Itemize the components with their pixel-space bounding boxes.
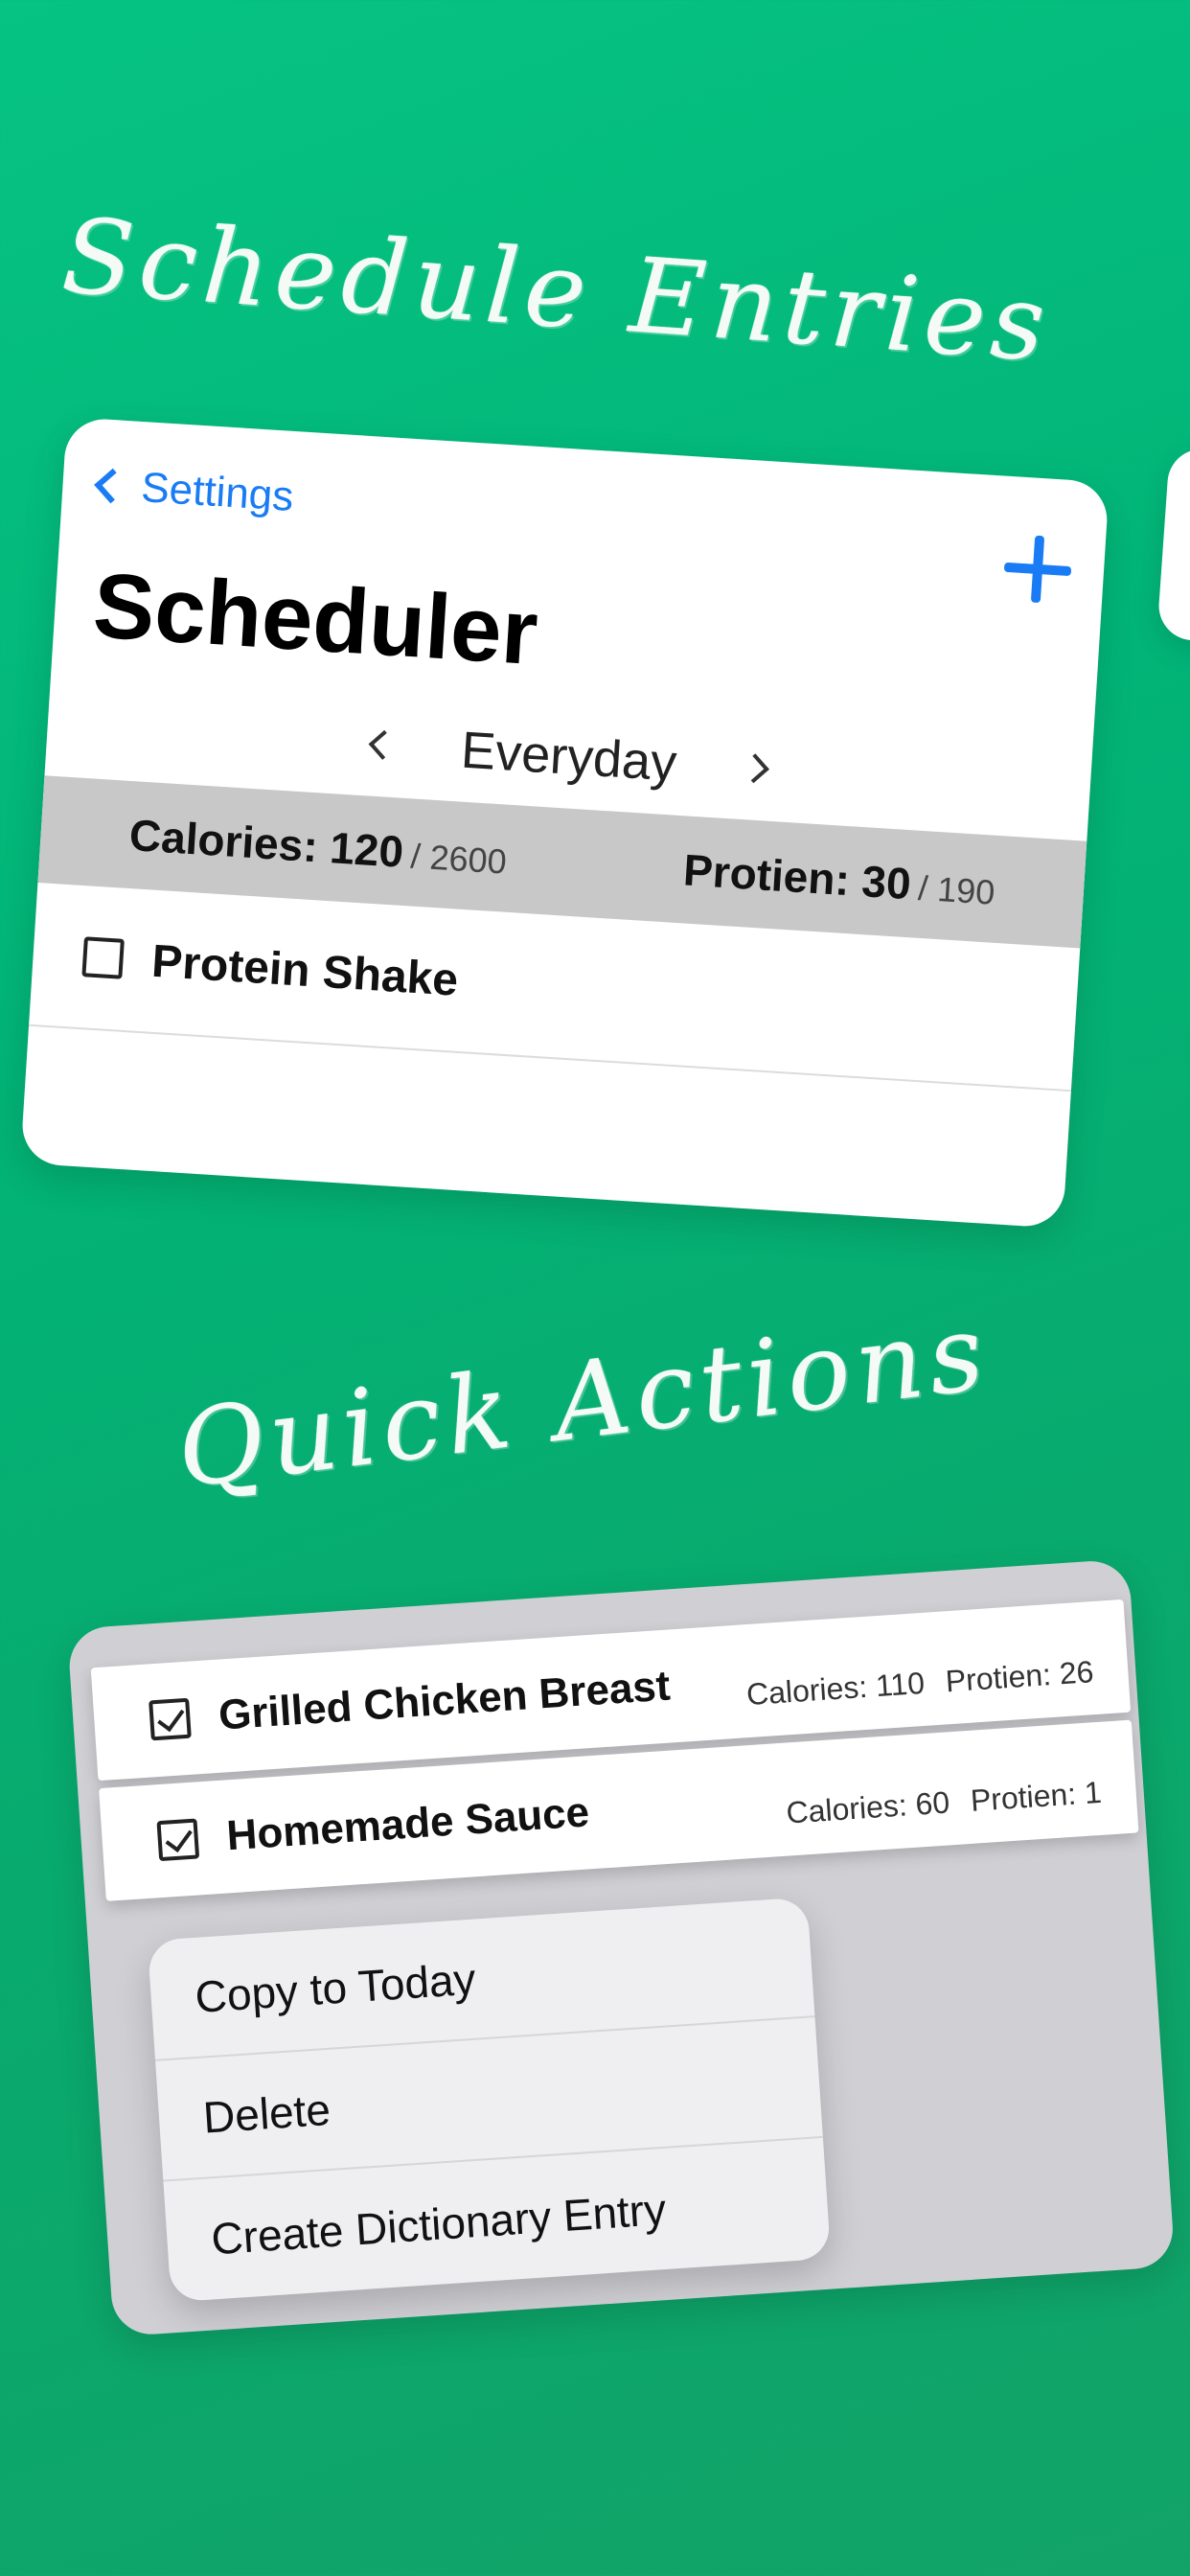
entry-name: Homemade Sauce	[225, 1788, 591, 1860]
calories-goal: / 2600	[409, 836, 508, 882]
scheduler-screen: Settings Scheduler Everyday Calories: 12…	[20, 417, 1110, 1229]
day-label: Everyday	[459, 721, 678, 793]
entry-stats: Calories: 60 Protien: 1	[785, 1775, 1102, 1831]
previous-day-icon[interactable]	[369, 729, 400, 760]
checkbox-checked-icon[interactable]	[156, 1818, 200, 1862]
entry-name: Grilled Chicken Breast	[217, 1662, 672, 1739]
page-title: Scheduler	[90, 554, 541, 685]
entry-stats: Calories: 110 Protien: 26	[745, 1654, 1095, 1713]
quick-actions-heading: Quick Actions	[171, 1290, 995, 1512]
entry-calories: Calories: 60	[785, 1784, 951, 1830]
plus-icon[interactable]	[1002, 534, 1073, 605]
calories-value: Calories: 120	[127, 810, 405, 877]
chevron-left-icon	[94, 468, 129, 504]
schedule-entries-heading: Schedule Entries	[58, 196, 1055, 385]
next-day-icon[interactable]	[739, 753, 769, 784]
back-label: Settings	[139, 464, 295, 520]
context-menu: Copy to Today Delete Create Dictionary E…	[147, 1897, 832, 2303]
protein-value: Protien: 30	[681, 844, 913, 909]
entry-protein: Protien: 1	[969, 1774, 1103, 1818]
checkbox-icon[interactable]	[81, 936, 125, 979]
back-button[interactable]: Settings	[88, 461, 295, 521]
quick-actions-screen: Grilled Chicken Breast Calories: 110 Pro…	[67, 1558, 1176, 2337]
entry-name: Protein Shake	[149, 935, 460, 1006]
protein-goal: / 190	[917, 867, 996, 912]
calories-summary: Calories: 120/ 2600	[127, 809, 508, 885]
protein-summary: Protien: 30/ 190	[682, 843, 997, 914]
entry-protein: Protien: 26	[944, 1654, 1095, 1699]
checkbox-checked-icon[interactable]	[149, 1697, 192, 1741]
next-screenshot-card-edge	[1156, 447, 1190, 646]
entry-calories: Calories: 110	[744, 1665, 927, 1713]
